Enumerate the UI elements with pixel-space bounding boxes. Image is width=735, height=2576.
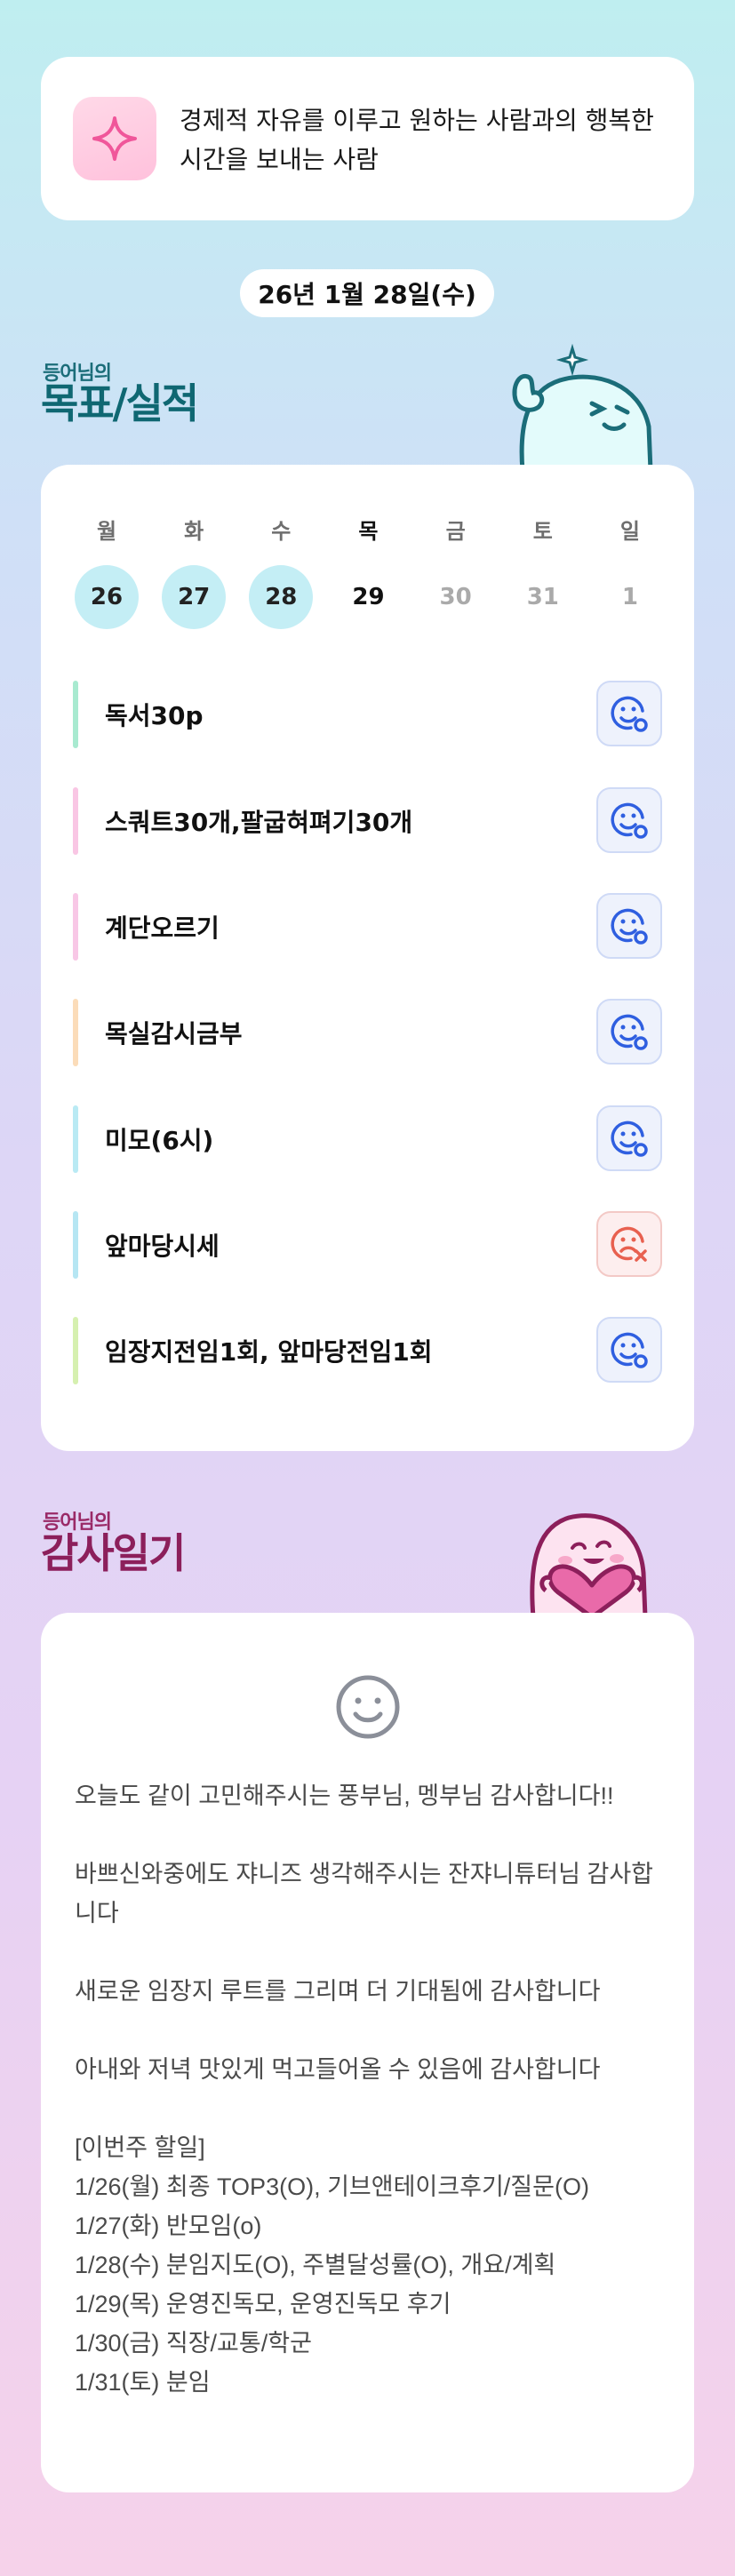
goal-status-button[interactable]	[596, 787, 662, 853]
date-pill[interactable]: 26년 1월 28일(수)	[240, 269, 494, 317]
goal-status-button[interactable]	[596, 893, 662, 959]
smile-check-icon	[611, 696, 648, 732]
goal-status-button[interactable]	[596, 1211, 662, 1277]
goal-color-bar	[73, 787, 78, 855]
day-number[interactable]: 31	[511, 565, 575, 629]
goal-color-bar	[73, 681, 78, 748]
goal-text: 임장지전임1회, 앞마당전임1회	[105, 1337, 433, 1367]
day-mon[interactable]: 월 26	[73, 514, 140, 629]
day-tue[interactable]: 화 27	[160, 514, 228, 629]
day-sun[interactable]: 일 1	[596, 514, 664, 629]
smile-check-icon	[611, 908, 648, 945]
day-wed[interactable]: 수 28	[247, 514, 315, 629]
goal-status-button[interactable]	[596, 1317, 662, 1383]
goal-color-bar	[73, 999, 78, 1066]
goal-row: 임장지전임1회, 앞마당전임1회	[73, 1317, 662, 1384]
day-fri[interactable]: 금 30	[422, 514, 490, 629]
goal-text: 계단오르기	[105, 913, 220, 943]
day-label: 월	[96, 519, 117, 544]
day-label: 화	[184, 519, 204, 544]
goal-text: 목실감시금부	[105, 1019, 243, 1049]
smile-check-icon	[611, 1121, 648, 1157]
goal-row: 목실감시금부	[73, 999, 662, 1066]
day-thu[interactable]: 목 29	[334, 514, 402, 629]
goal-row: 독서30p	[73, 681, 662, 748]
goal-status-button[interactable]	[596, 999, 662, 1065]
goal-text: 미모(6시)	[105, 1126, 214, 1155]
smile-face-icon[interactable]	[334, 1673, 402, 1741]
sparkle-icon	[73, 97, 156, 180]
goal-row: 계단오르기	[73, 893, 662, 961]
goal-color-bar	[73, 893, 78, 961]
day-label: 토	[532, 519, 553, 544]
thanks-diary-card: 오늘도 같이 고민해주시는 풍부님, 멩부님 감사합니다!! 바쁘신와중에도 쟈…	[41, 1613, 694, 2492]
day-label: 일	[619, 519, 640, 544]
smile-check-icon	[611, 802, 648, 839]
day-number[interactable]: 29	[336, 565, 400, 629]
mascot-thumbs-up-illustration	[512, 343, 653, 471]
day-sat[interactable]: 토 31	[509, 514, 577, 629]
smile-check-icon	[611, 1014, 648, 1050]
vision-card: 경제적 자유를 이루고 원하는 사람과의 행복한 시간을 보내는 사람	[41, 57, 694, 220]
week-calendar: 월 26 화 27 수 28 목 29 금 30 토 31 일 1	[73, 514, 664, 629]
goal-color-bar	[73, 1211, 78, 1279]
day-number[interactable]: 27	[162, 565, 227, 629]
day-label: 목	[358, 519, 379, 544]
day-label: 수	[271, 519, 292, 544]
goal-status-button[interactable]	[596, 1105, 662, 1171]
goals-title: 목표/실적	[41, 379, 199, 427]
goal-color-bar	[73, 1317, 78, 1384]
goal-text: 스쿼트30개,팔굽혀펴기30개	[105, 808, 413, 837]
vision-statement: 경제적 자유를 이루고 원하는 사람과의 행복한 시간을 보내는 사람	[180, 106, 654, 174]
day-label: 금	[445, 519, 466, 544]
goal-row: 스쿼트30개,팔굽혀펴기30개	[73, 787, 662, 855]
thanks-title: 감사일기	[41, 1529, 186, 1577]
frown-x-icon	[611, 1226, 647, 1262]
mascot-heart-illustration	[530, 1513, 648, 1617]
goal-text: 독서30p	[105, 701, 204, 730]
goal-row: 미모(6시)	[73, 1105, 662, 1173]
goal-text: 앞마당시세	[105, 1232, 220, 1261]
goal-color-bar	[73, 1105, 78, 1173]
goals-card: 월 26 화 27 수 28 목 29 금 30 토 31 일 1 독서30p	[41, 465, 694, 1451]
goal-row: 앞마당시세	[73, 1211, 662, 1279]
thanks-diary-text: 오늘도 같이 고민해주시는 풍부님, 멩부님 감사합니다!! 바쁘신와중에도 쟈…	[75, 1782, 654, 2396]
goal-status-button[interactable]	[596, 681, 662, 746]
day-number[interactable]: 30	[424, 565, 488, 629]
day-number[interactable]: 26	[75, 565, 139, 629]
smile-check-icon	[611, 1332, 648, 1368]
day-number[interactable]: 28	[249, 565, 314, 629]
day-number[interactable]: 1	[598, 565, 662, 629]
